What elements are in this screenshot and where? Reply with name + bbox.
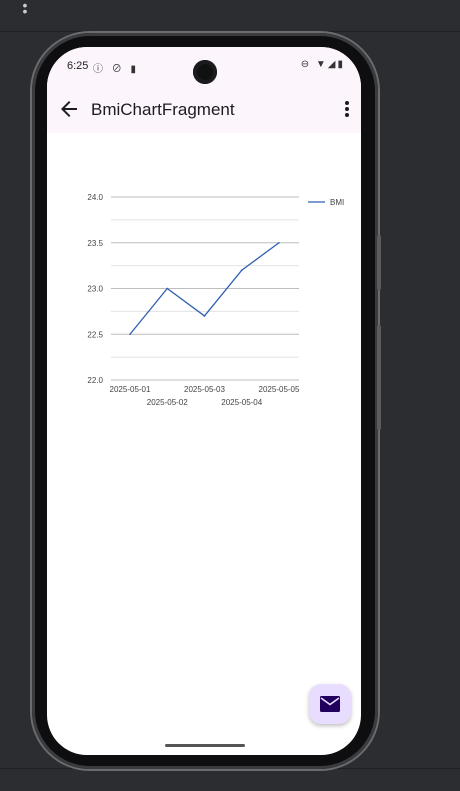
x-tick-label: 2025-05-04	[221, 398, 262, 407]
device-screen: 6:25 ⓘ ⊘ ▮ ⊖ ▼◢▮ BmiChartFragment 22.0 22…	[47, 47, 361, 755]
legend-label: BMI	[330, 198, 344, 207]
bmi-chart: 22.0 22.5 23.0 23.5 24.0 2025-05-01 2025-05-02…	[47, 133, 361, 433]
bmi-line-chart: 22.0 22.5 23.0 23.5 24.0 2025-05-01 2025-05-02…	[87, 193, 344, 407]
volume-button	[377, 235, 381, 290]
y-tick-label: 22.0	[87, 376, 103, 385]
more-vert-icon[interactable]	[339, 97, 355, 121]
status-bar: 6:25 ⓘ ⊘ ▮ ⊖ ▼◢▮	[47, 47, 361, 87]
data-point	[203, 315, 206, 317]
x-tick-label: 2025-05-02	[147, 398, 188, 407]
data-point	[166, 287, 169, 290]
gesture-nav-handle[interactable]	[165, 744, 245, 747]
x-tick-label: 2025-05-01	[110, 385, 151, 394]
host-toolbar: • •	[0, 0, 460, 32]
x-tick-label: 2025-05-03	[184, 385, 225, 394]
data-point	[278, 241, 280, 244]
email-icon	[320, 696, 340, 712]
y-tick-label: 23.0	[87, 285, 103, 294]
status-time: 6:25	[67, 60, 89, 72]
data-point	[129, 333, 131, 336]
data-point	[240, 269, 243, 271]
y-tick-label: 22.5	[87, 330, 103, 339]
x-tick-label: 2025-05-05	[259, 385, 300, 394]
host-more-icon[interactable]: • •	[18, 0, 32, 18]
status-notification-icons: ⓘ ⊘ ▮	[93, 64, 140, 75]
power-button	[377, 325, 381, 430]
status-system-icons: ⊖ ▼◢▮	[300, 59, 345, 70]
page-title: BmiChartFragment	[91, 100, 235, 119]
app-bar: BmiChartFragment	[47, 87, 361, 133]
y-tick-label: 24.0	[87, 193, 103, 202]
front-camera	[193, 60, 217, 84]
y-tick-label: 23.5	[87, 239, 103, 248]
host-bottom-bar	[0, 768, 460, 791]
arrow-back-icon[interactable]	[57, 97, 81, 121]
email-fab-button[interactable]	[309, 684, 351, 724]
